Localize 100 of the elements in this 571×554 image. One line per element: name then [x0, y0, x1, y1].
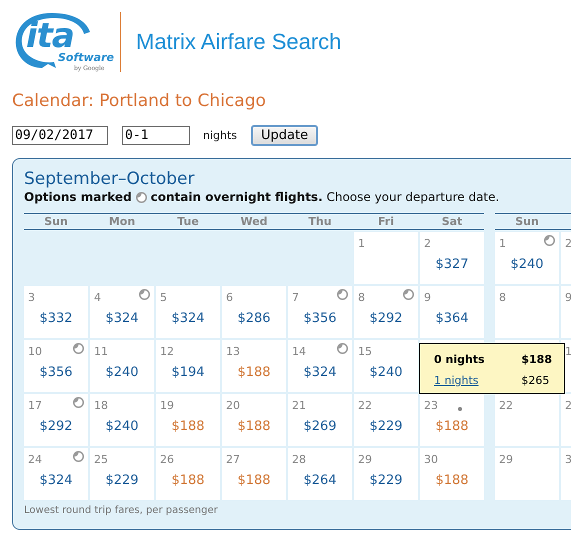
fare-price[interactable]: $292 [39, 419, 73, 434]
fare-price[interactable]: $356 [303, 311, 337, 326]
day-cell[interactable]: 15 $240 [354, 340, 418, 392]
fare-price[interactable]: $194 [171, 365, 205, 380]
fare-price[interactable]: $229 [369, 473, 403, 488]
day-cell[interactable]: 6 $286 [222, 286, 286, 338]
fare-price[interactable]: $324 [105, 311, 139, 326]
calendar-title: September–October [24, 169, 196, 189]
day-number: 23 [424, 399, 438, 412]
day-cell[interactable]: 20 $188 [222, 394, 286, 446]
fare-price[interactable]: $269 [303, 419, 337, 434]
day-number: 3 [565, 453, 571, 466]
date-field[interactable]: 09/02/2017 [12, 126, 108, 145]
nights-field[interactable]: 0-1 [122, 126, 190, 145]
fare-price[interactable]: $240 [105, 419, 139, 434]
day-cell[interactable]: 13 $188 [222, 340, 286, 392]
day-number: 20 [226, 399, 240, 412]
fare-price[interactable]: $286 [237, 311, 271, 326]
day-number: 15 [358, 345, 372, 358]
day-number: 27 [226, 453, 240, 466]
day-number: 30 [424, 453, 438, 466]
day-number: 29 [499, 453, 513, 466]
fare-price[interactable]: $229 [105, 473, 139, 488]
day-cell[interactable]: 2 [561, 394, 571, 446]
day-number: 6 [226, 291, 233, 304]
page-title: Calendar: Portland to Chicago [12, 91, 267, 111]
overnight-icon [136, 192, 147, 202]
fare-price[interactable]: $364 [435, 311, 469, 326]
day-number: 22 [358, 399, 372, 412]
day-cell[interactable]: 12 $194 [156, 340, 220, 392]
day-cell[interactable]: 30 $188 [420, 448, 484, 500]
day-cell[interactable]: 10 $356 [24, 340, 88, 392]
weekday-header: Sat [440, 215, 464, 228]
day-cell[interactable]: 7 $356 [288, 286, 352, 338]
day-cell[interactable]: 23 $188 [420, 394, 484, 446]
day-cell[interactable]: 28 $264 [288, 448, 352, 500]
day-number: 4 [94, 291, 101, 304]
day-cell[interactable]: 17 $292 [24, 394, 88, 446]
fare-price[interactable]: $240 [369, 365, 403, 380]
fare-price[interactable]: $356 [39, 365, 73, 380]
day-cell[interactable]: 9 [561, 286, 571, 338]
day-cell[interactable]: 24 $324 [24, 448, 88, 500]
day-number: 1 [358, 237, 365, 250]
day-number: 1 [499, 237, 506, 250]
day-cell[interactable]: 29 [495, 448, 559, 500]
nights-link[interactable]: 1 nights [434, 374, 522, 393]
day-number: 29 [358, 453, 372, 466]
day-number: 2 [565, 237, 571, 250]
footnote: Lowest round trip fares, per passenger [24, 505, 219, 516]
update-button[interactable]: Update [251, 125, 318, 146]
fare-price[interactable]: $264 [303, 473, 337, 488]
day-cell[interactable]: 19 $188 [156, 394, 220, 446]
day-cell[interactable]: 3 [561, 448, 571, 500]
day-cell[interactable]: 4 $324 [90, 286, 154, 338]
day-cell[interactable]: 18 $240 [90, 394, 154, 446]
fare-price[interactable]: $240 [105, 365, 139, 380]
legend-text: Options marked [24, 190, 132, 204]
day-number: 5 [160, 291, 167, 304]
day-cell[interactable]: 3 $332 [24, 286, 88, 338]
fare-price[interactable]: $327 [435, 257, 469, 272]
day-cell[interactable]: 1 $240 [495, 232, 559, 284]
day-cell[interactable]: 21 $269 [288, 394, 352, 446]
fare-price[interactable]: $332 [39, 311, 73, 326]
fare-price[interactable]: $324 [171, 311, 205, 326]
day-number: 17 [28, 399, 42, 412]
day-cell[interactable]: 26 $188 [156, 448, 220, 500]
nights-label: nights [203, 129, 238, 142]
day-number: 21 [292, 399, 306, 412]
fare-price[interactable]: $292 [369, 311, 403, 326]
fare-price[interactable]: $324 [303, 365, 337, 380]
fare-price[interactable]: $240 [510, 257, 544, 272]
weekday-header: Tue [176, 215, 200, 228]
day-cell[interactable]: 29 $229 [354, 448, 418, 500]
day-cell[interactable]: 2 $327 [420, 232, 484, 284]
day-cell[interactable]: 22 [495, 394, 559, 446]
day-number: 28 [292, 453, 306, 466]
day-cell[interactable]: 25 $229 [90, 448, 154, 500]
day-number: 18 [94, 399, 108, 412]
fare-price[interactable]: $229 [369, 419, 403, 434]
day-number: 14 [292, 345, 306, 358]
weekday-header: Thu [307, 215, 333, 228]
app-title: Matrix Airfare Search [136, 29, 342, 55]
day-number: 8 [499, 291, 506, 304]
popup-price: $265 [521, 374, 550, 389]
day-cell[interactable]: 27 $188 [222, 448, 286, 500]
day-cell[interactable]: 5 $324 [156, 286, 220, 338]
fare-price[interactable]: $324 [39, 473, 73, 488]
day-number: 9 [424, 291, 431, 304]
legend-text: contain overnight flights. Choose your departure date. [150, 190, 500, 204]
nights-option[interactable]: 0 nights [434, 353, 522, 372]
day-cell[interactable]: 9 $364 [420, 286, 484, 338]
day-cell[interactable]: 8 [495, 286, 559, 338]
day-cell[interactable]: 22 $229 [354, 394, 418, 446]
popup-price: $188 [521, 353, 552, 368]
day-cell[interactable]: 11 $240 [90, 340, 154, 392]
weekday-header: Sun [43, 215, 69, 228]
day-cell[interactable]: 8 $292 [354, 286, 418, 338]
day-cell[interactable]: 2 [561, 232, 571, 284]
day-cell[interactable]: 14 $324 [288, 340, 352, 392]
day-cell[interactable]: 1 [354, 232, 418, 284]
